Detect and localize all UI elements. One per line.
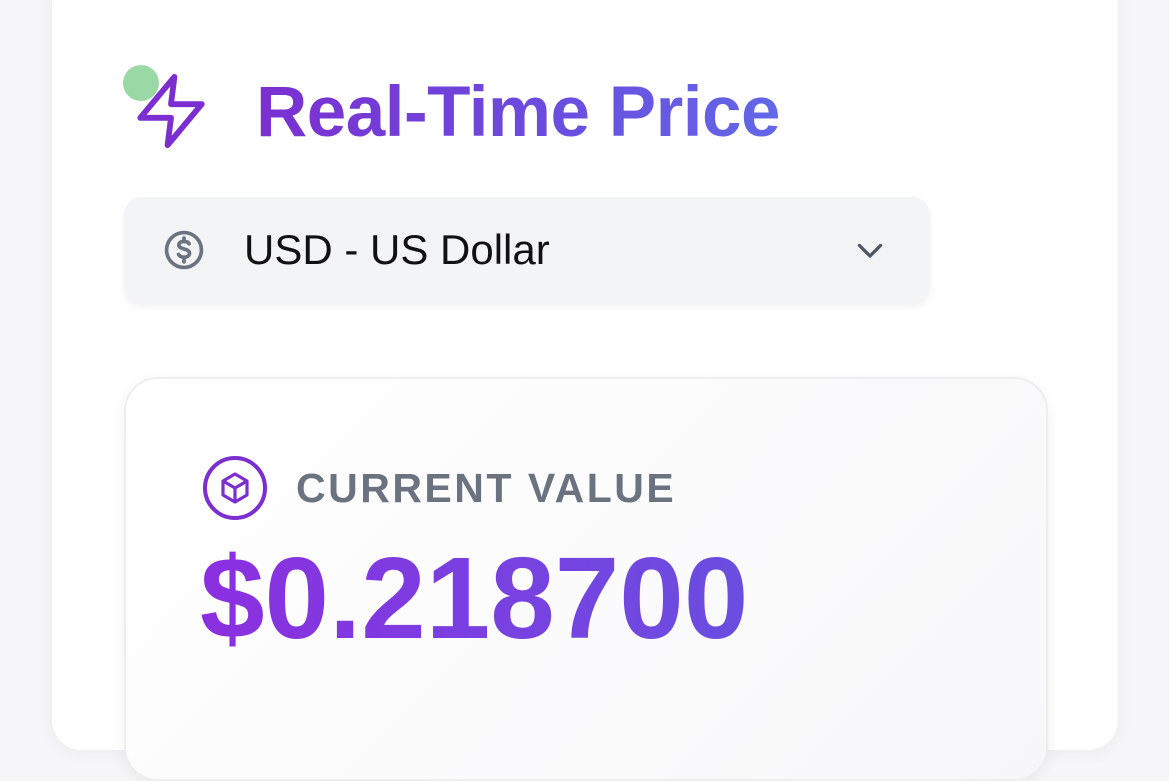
dollar-circle-icon	[164, 230, 204, 270]
currency-select-value: USD - US Dollar	[244, 226, 550, 273]
lightning-bolt-icon	[137, 73, 205, 149]
current-value-amount: $0.218700	[200, 533, 749, 663]
page-title: Real-Time Price	[256, 70, 780, 156]
cube-icon	[203, 456, 267, 520]
chevron-down-icon	[857, 243, 883, 258]
current-value-card: CURRENT VALUE $0.218700	[124, 377, 1048, 781]
currency-select[interactable]: USD - US Dollar	[124, 197, 930, 303]
current-value-label: CURRENT VALUE	[296, 465, 677, 511]
